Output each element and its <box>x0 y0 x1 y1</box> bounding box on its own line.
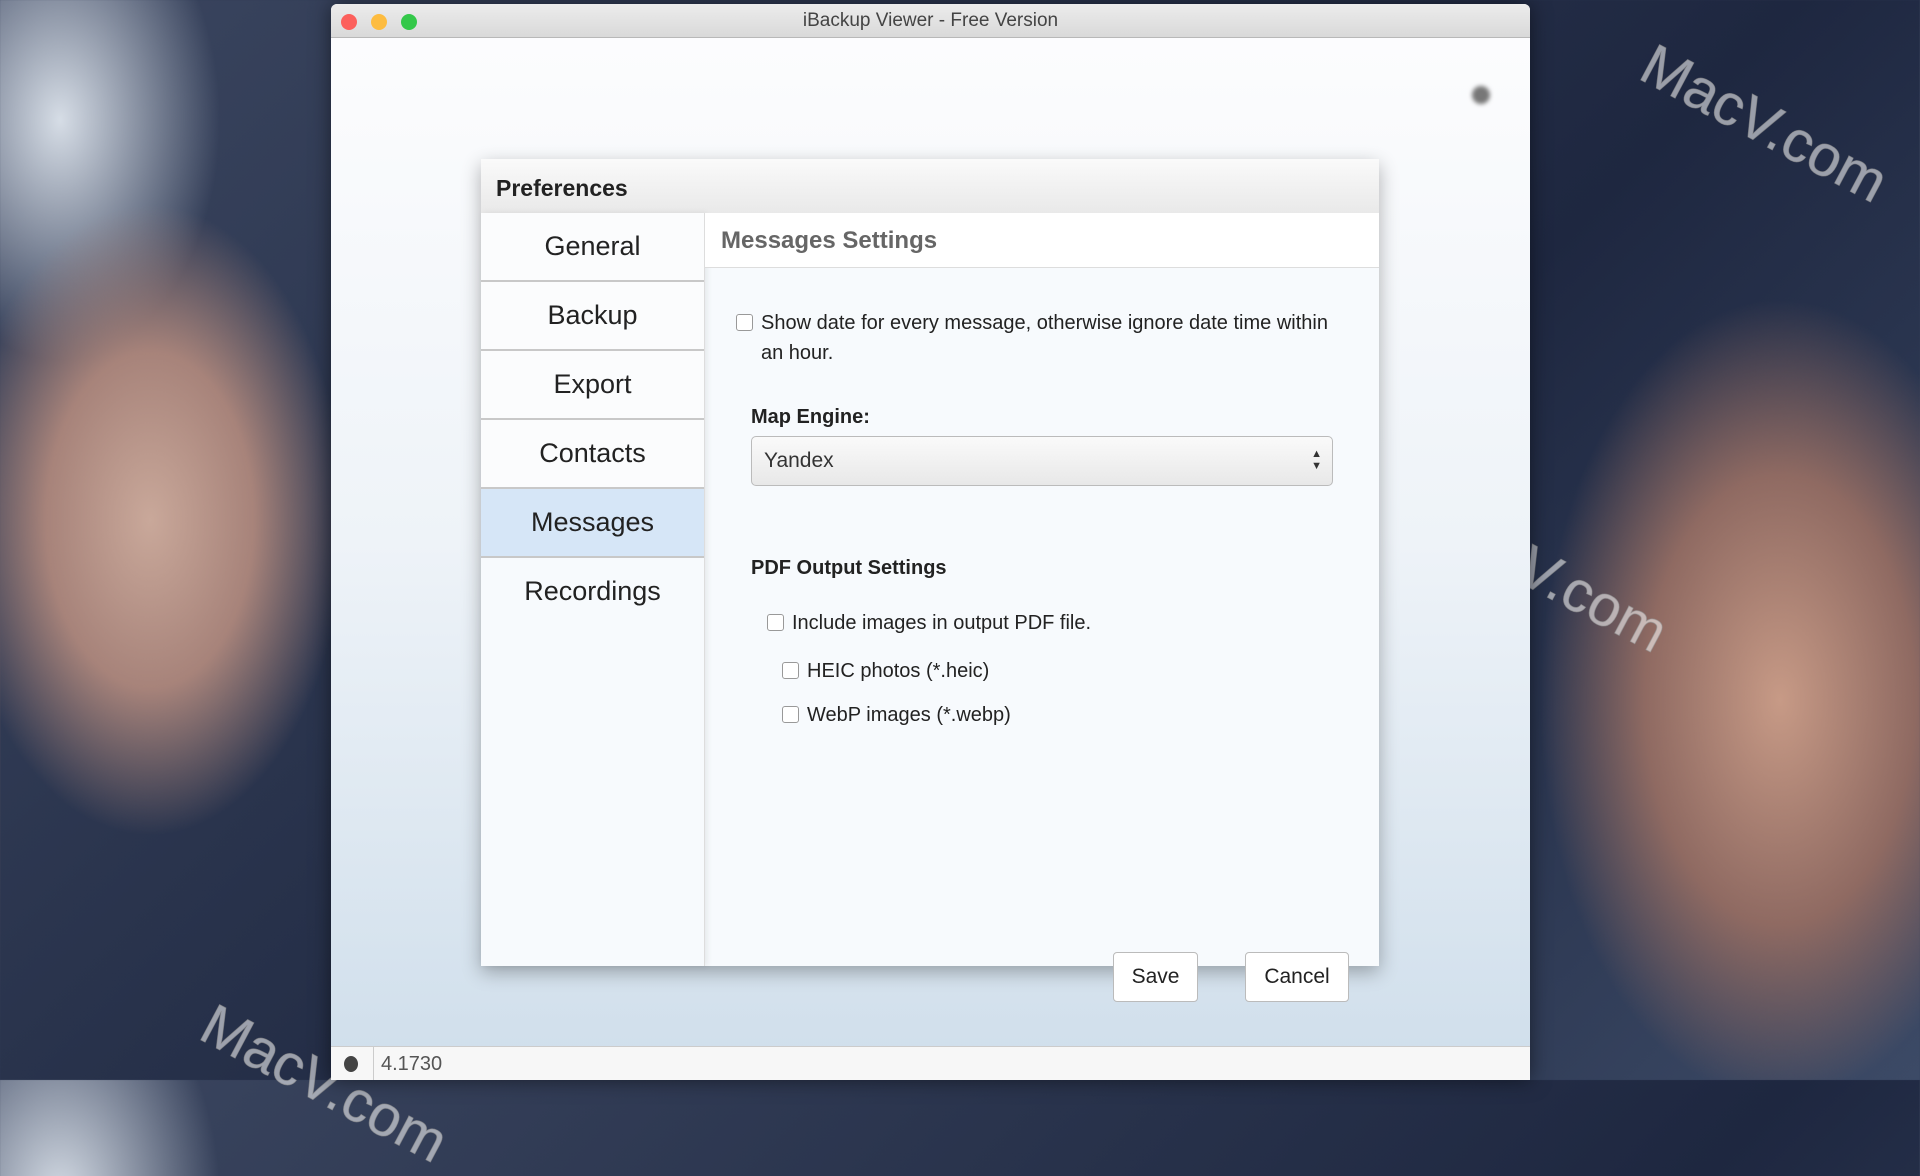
section-title: Messages Settings <box>705 213 1379 268</box>
spinner-icon <box>1472 86 1490 104</box>
minimize-button[interactable] <box>371 14 387 30</box>
pdf-settings-title: PDF Output Settings <box>751 557 947 580</box>
window-title: iBackup Viewer - Free Version <box>803 10 1058 31</box>
watermark: MacV.com <box>1630 31 1899 216</box>
close-button[interactable] <box>341 14 357 30</box>
sidebar-item-export[interactable]: Export <box>481 351 704 420</box>
sidebar-item-messages[interactable]: Messages <box>481 489 704 558</box>
heic-checkbox[interactable] <box>782 662 799 679</box>
include-images-checkbox[interactable] <box>767 614 784 631</box>
status-indicator-icon <box>344 1056 358 1072</box>
map-engine-value: Yandex <box>764 449 834 472</box>
sidebar-item-contacts[interactable]: Contacts <box>481 420 704 489</box>
heic-label: HEIC photos (*.heic) <box>807 656 989 686</box>
map-engine-select[interactable]: Yandex ▲▼ <box>751 436 1333 486</box>
save-button[interactable]: Save <box>1113 952 1198 1002</box>
zoom-button[interactable] <box>401 14 417 30</box>
webp-label: WebP images (*.webp) <box>807 700 1011 730</box>
status-bar: 4.1730 <box>331 1046 1530 1080</box>
map-engine-label: Map Engine: <box>751 406 870 429</box>
webp-checkbox[interactable] <box>782 706 799 723</box>
include-images-label: Include images in output PDF file. <box>792 608 1091 638</box>
status-divider <box>373 1047 374 1080</box>
sidebar-item-general[interactable]: General <box>481 213 704 282</box>
dialog-title: Preferences <box>481 159 1379 213</box>
show-date-checkbox[interactable] <box>736 314 753 331</box>
preferences-dialog: Preferences General Backup Export Contac… <box>481 159 1379 966</box>
sidebar-item-backup[interactable]: Backup <box>481 282 704 351</box>
cancel-button[interactable]: Cancel <box>1245 952 1349 1002</box>
title-bar: iBackup Viewer - Free Version <box>331 4 1530 38</box>
show-date-label: Show date for every message, otherwise i… <box>761 308 1331 368</box>
settings-panel: Messages Settings Show date for every me… <box>705 213 1379 966</box>
select-arrows-icon: ▲▼ <box>1311 448 1322 472</box>
sidebar-item-recordings[interactable]: Recordings <box>481 558 704 627</box>
app-window: iBackup Viewer - Free Version Preference… <box>331 4 1530 1080</box>
preferences-sidebar: General Backup Export Contacts Messages … <box>481 213 705 966</box>
version-label: 4.1730 <box>381 1053 442 1076</box>
